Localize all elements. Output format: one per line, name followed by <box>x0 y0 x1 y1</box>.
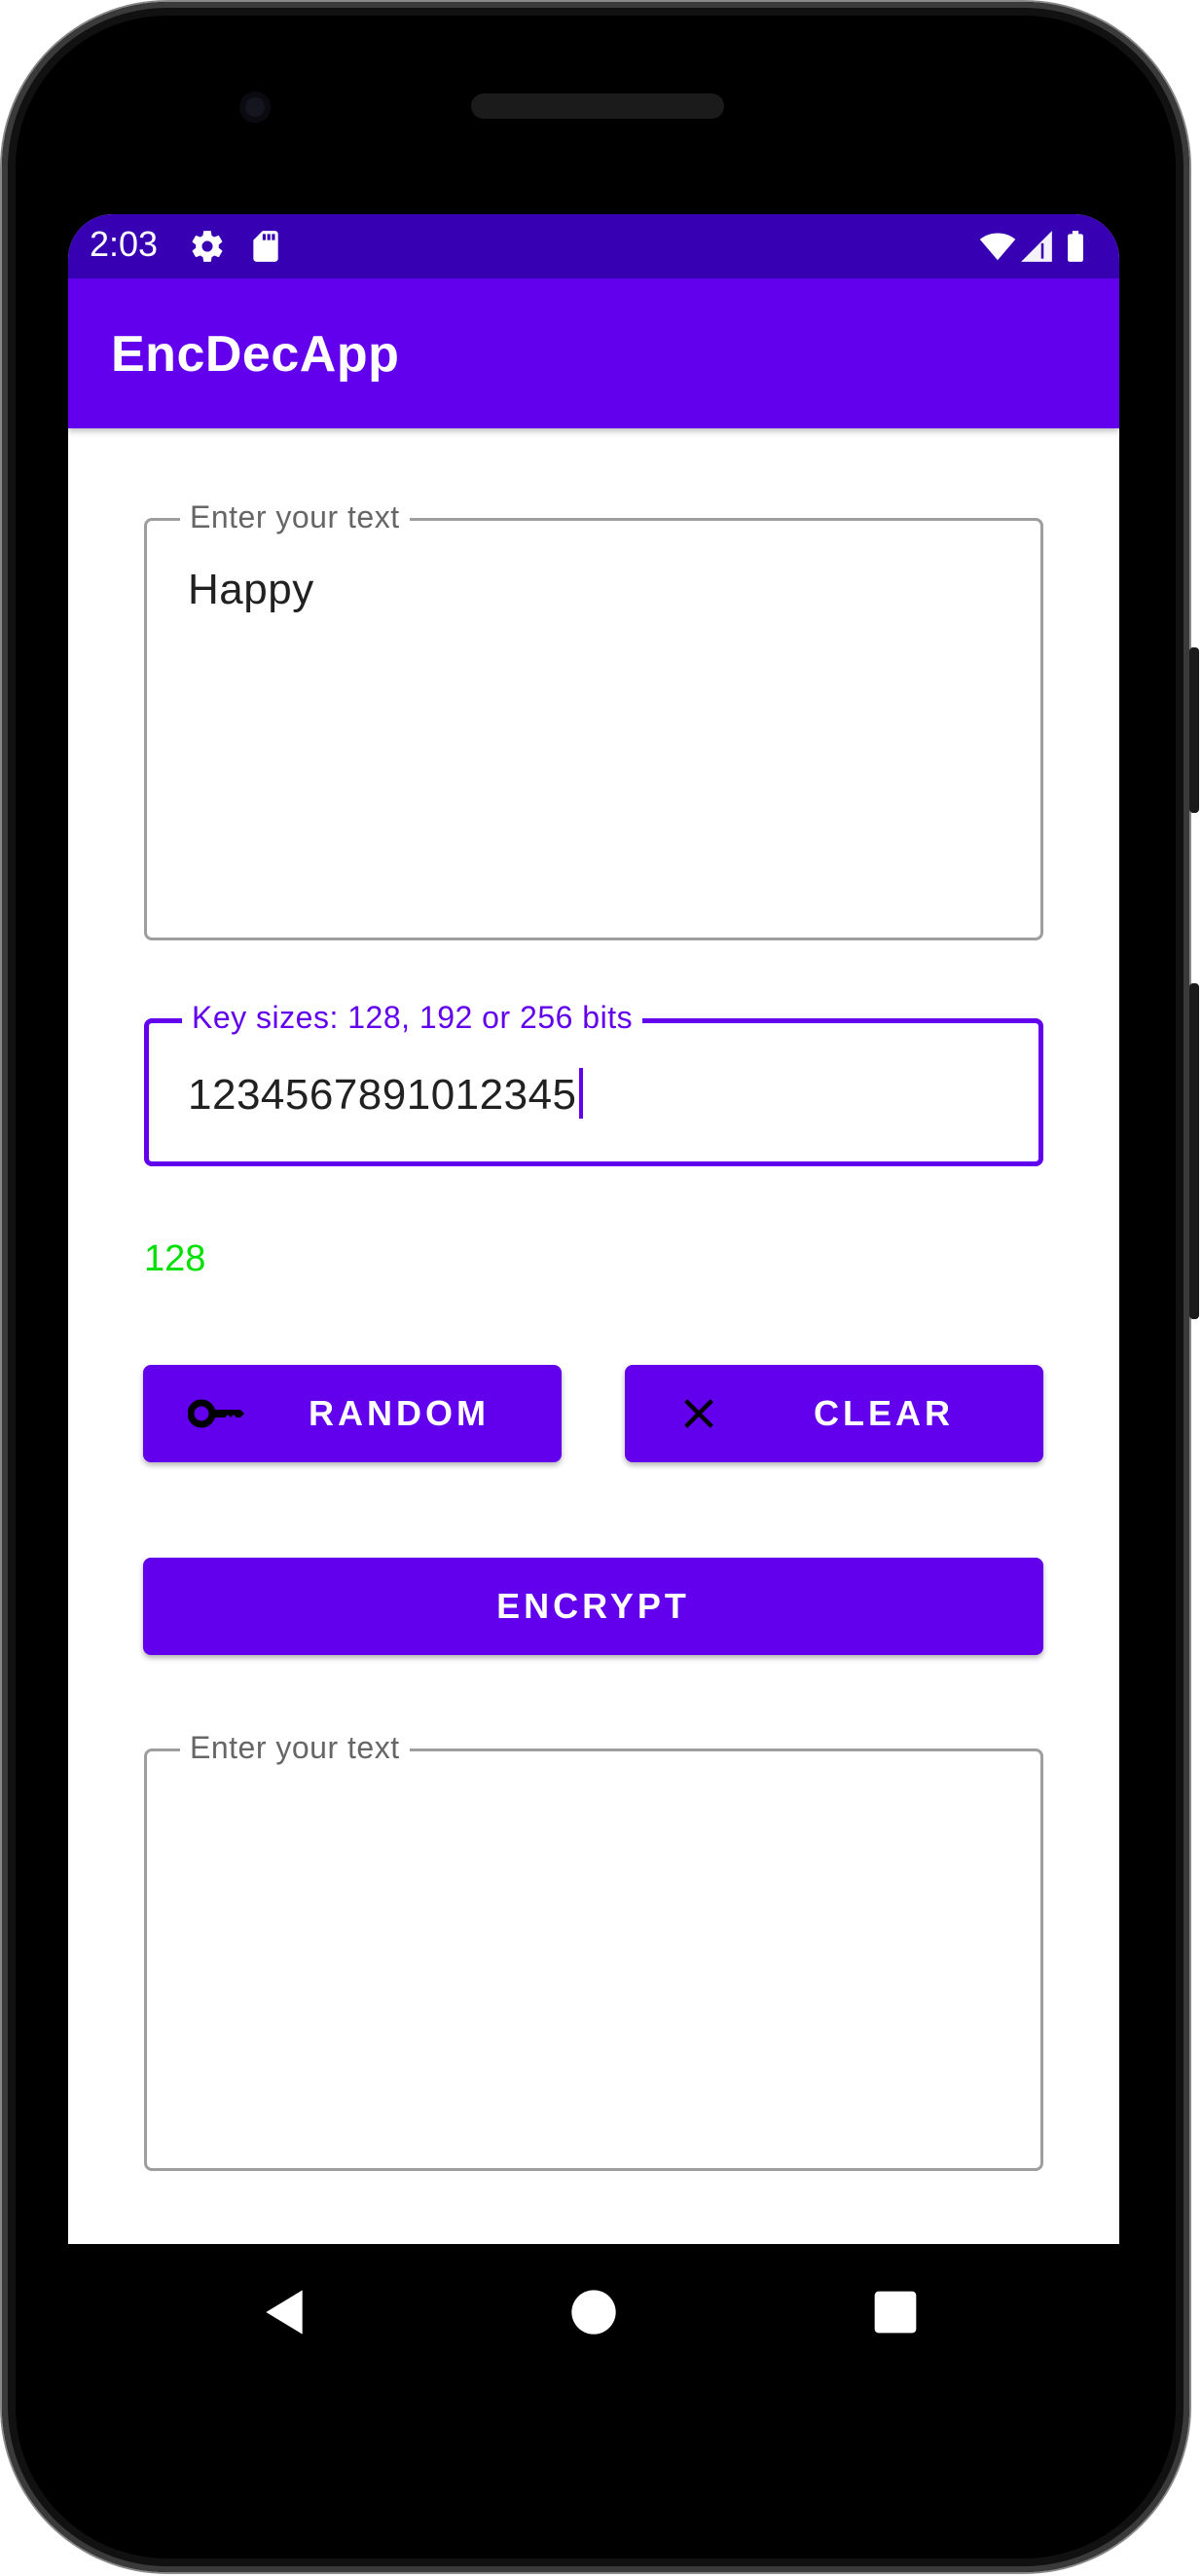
key-size-indicator: 128 <box>144 1238 206 1279</box>
clear-button[interactable]: CLEAR <box>625 1365 1043 1462</box>
settings-icon <box>192 231 223 262</box>
key-input-label: Key sizes: 128, 192 or 256 bits <box>182 1000 643 1036</box>
plaintext-input-label: Enter your text <box>180 499 410 535</box>
output-text-field[interactable]: Enter your text <box>144 1730 1043 2171</box>
earpiece-speaker <box>471 93 724 119</box>
close-icon <box>684 1399 713 1428</box>
text-cursor <box>578 1068 583 1119</box>
home-icon[interactable] <box>563 2281 625 2343</box>
plaintext-input-field[interactable]: Enter your text Happy <box>144 499 1043 940</box>
navigation-bar <box>68 2244 1119 2380</box>
output-text-label: Enter your text <box>180 1730 410 1766</box>
app-screen: 2:03 EncDecApp Enter your text Happy Key… <box>68 214 1119 2244</box>
random-button-label: RANDOM <box>309 1393 490 1433</box>
back-icon[interactable] <box>253 2281 315 2343</box>
volume-button <box>1189 983 1199 1319</box>
key-input-value-wrapper[interactable]: 1234567891012345 <box>188 1068 583 1120</box>
wifi-icon <box>979 233 1016 261</box>
battery-icon <box>1068 231 1083 262</box>
status-time: 2:03 <box>90 224 159 264</box>
power-button <box>1189 647 1199 813</box>
cellular-signal-icon <box>1021 231 1052 262</box>
recents-icon[interactable] <box>864 2281 927 2343</box>
encrypt-button-label: ENCRYPT <box>496 1586 690 1626</box>
encrypt-button[interactable]: ENCRYPT <box>143 1558 1043 1655</box>
sd-card-icon <box>253 231 278 262</box>
key-input-field[interactable]: Key sizes: 128, 192 or 256 bits 12345678… <box>144 1000 1043 1166</box>
front-camera <box>239 92 271 123</box>
random-key-button[interactable]: RANDOM <box>143 1365 562 1462</box>
plaintext-input-value[interactable]: Happy <box>188 566 314 614</box>
app-title: EncDecApp <box>111 326 400 383</box>
key-icon <box>188 1399 244 1428</box>
key-input-value[interactable]: 1234567891012345 <box>188 1071 577 1119</box>
clear-button-label: CLEAR <box>814 1393 954 1433</box>
status-bar: 2:03 <box>68 214 1119 278</box>
app-bar: EncDecApp <box>68 278 1119 428</box>
